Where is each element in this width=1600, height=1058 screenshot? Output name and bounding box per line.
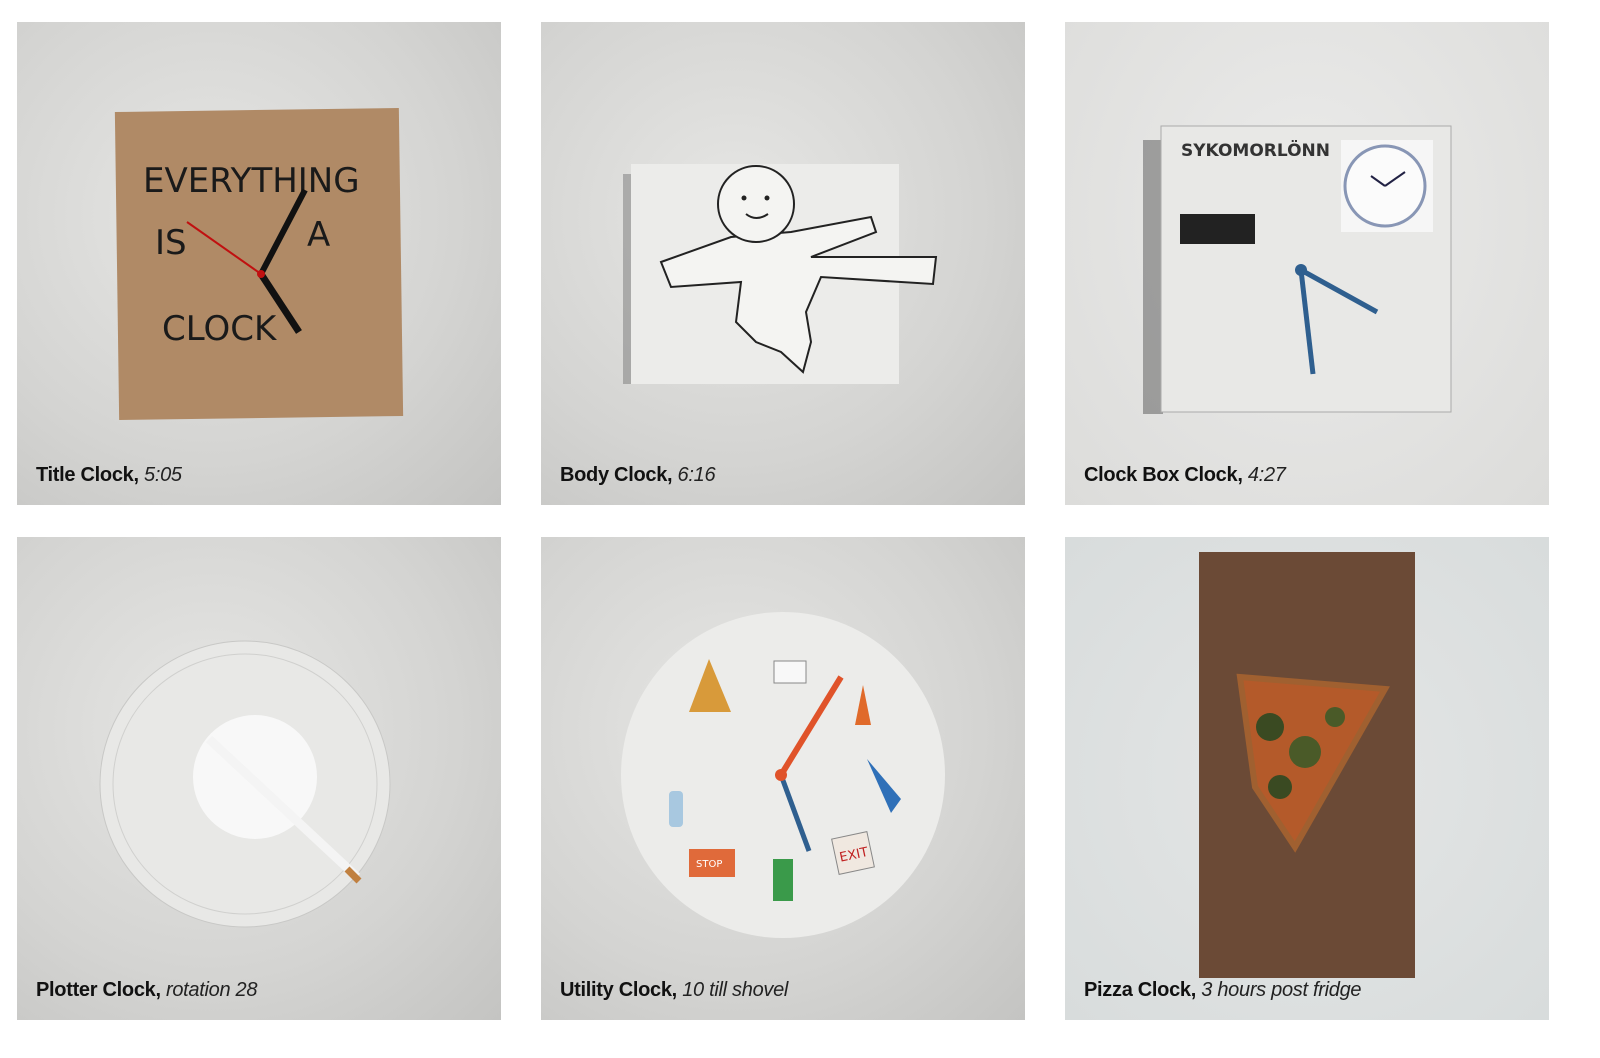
body-clock-photo	[623, 164, 938, 384]
clock-title: Utility Clock,	[560, 979, 677, 1001]
pizza-clock-photo	[1199, 552, 1415, 978]
caption: Pizza Clock, 3 hours post fridge	[1084, 979, 1362, 1002]
clock-title: Title Clock,	[36, 464, 139, 486]
caption: Title Clock, 5:05	[36, 464, 182, 487]
clock-box-clock-photo: SYKOMORLÖNN	[1143, 125, 1452, 414]
plotter-clock-photo	[99, 640, 391, 928]
svg-text:A: A	[307, 215, 330, 255]
caption: Plotter Clock, rotation 28	[36, 979, 258, 1002]
clock-title: Plotter Clock,	[36, 979, 161, 1001]
clock-title: Body Clock,	[560, 464, 673, 486]
caption: Body Clock, 6:16	[560, 464, 716, 487]
clock-time: 10 till shovel	[682, 979, 789, 1001]
clock-time: 5:05	[144, 464, 182, 486]
svg-text:EVERYTHING: EVERYTHING	[143, 161, 360, 201]
clock-time: rotation 28	[165, 979, 258, 1001]
svg-text:CLOCK: CLOCK	[162, 309, 278, 349]
svg-text:IS: IS	[155, 223, 187, 263]
clock-title: Clock Box Clock,	[1084, 464, 1243, 486]
gallery-item-clock-box-clock[interactable]: SYKOMORLÖNN Clock Box Clock, 4:27	[1065, 22, 1549, 505]
title-clock-photo: EVERYTHING IS A CLOCK	[114, 108, 404, 420]
clock-title: Pizza Clock,	[1084, 979, 1196, 1001]
svg-text:STOP: STOP	[696, 859, 722, 870]
caption: Clock Box Clock, 4:27	[1084, 464, 1286, 487]
clock-time: 4:27	[1247, 464, 1286, 486]
utility-clock-photo: STOP EXIT	[621, 612, 945, 938]
gallery-item-pizza-clock[interactable]: Pizza Clock, 3 hours post fridge	[1065, 537, 1549, 1020]
gallery-item-plotter-clock[interactable]: Plotter Clock, rotation 28	[17, 537, 501, 1020]
gallery-item-title-clock[interactable]: EVERYTHING IS A CLOCK Title Clock, 5:05	[17, 22, 501, 505]
gallery-item-body-clock[interactable]: Body Clock, 6:16	[541, 22, 1025, 505]
gallery-item-utility-clock[interactable]: STOP EXIT Utility Clock, 10 till shovel	[541, 537, 1025, 1020]
svg-text:SYKOMORLÖNN: SYKOMORLÖNN	[1181, 139, 1330, 161]
clock-time: 3 hours post fridge	[1201, 979, 1362, 1001]
clock-time: 6:16	[677, 464, 716, 486]
caption: Utility Clock, 10 till shovel	[560, 979, 788, 1002]
